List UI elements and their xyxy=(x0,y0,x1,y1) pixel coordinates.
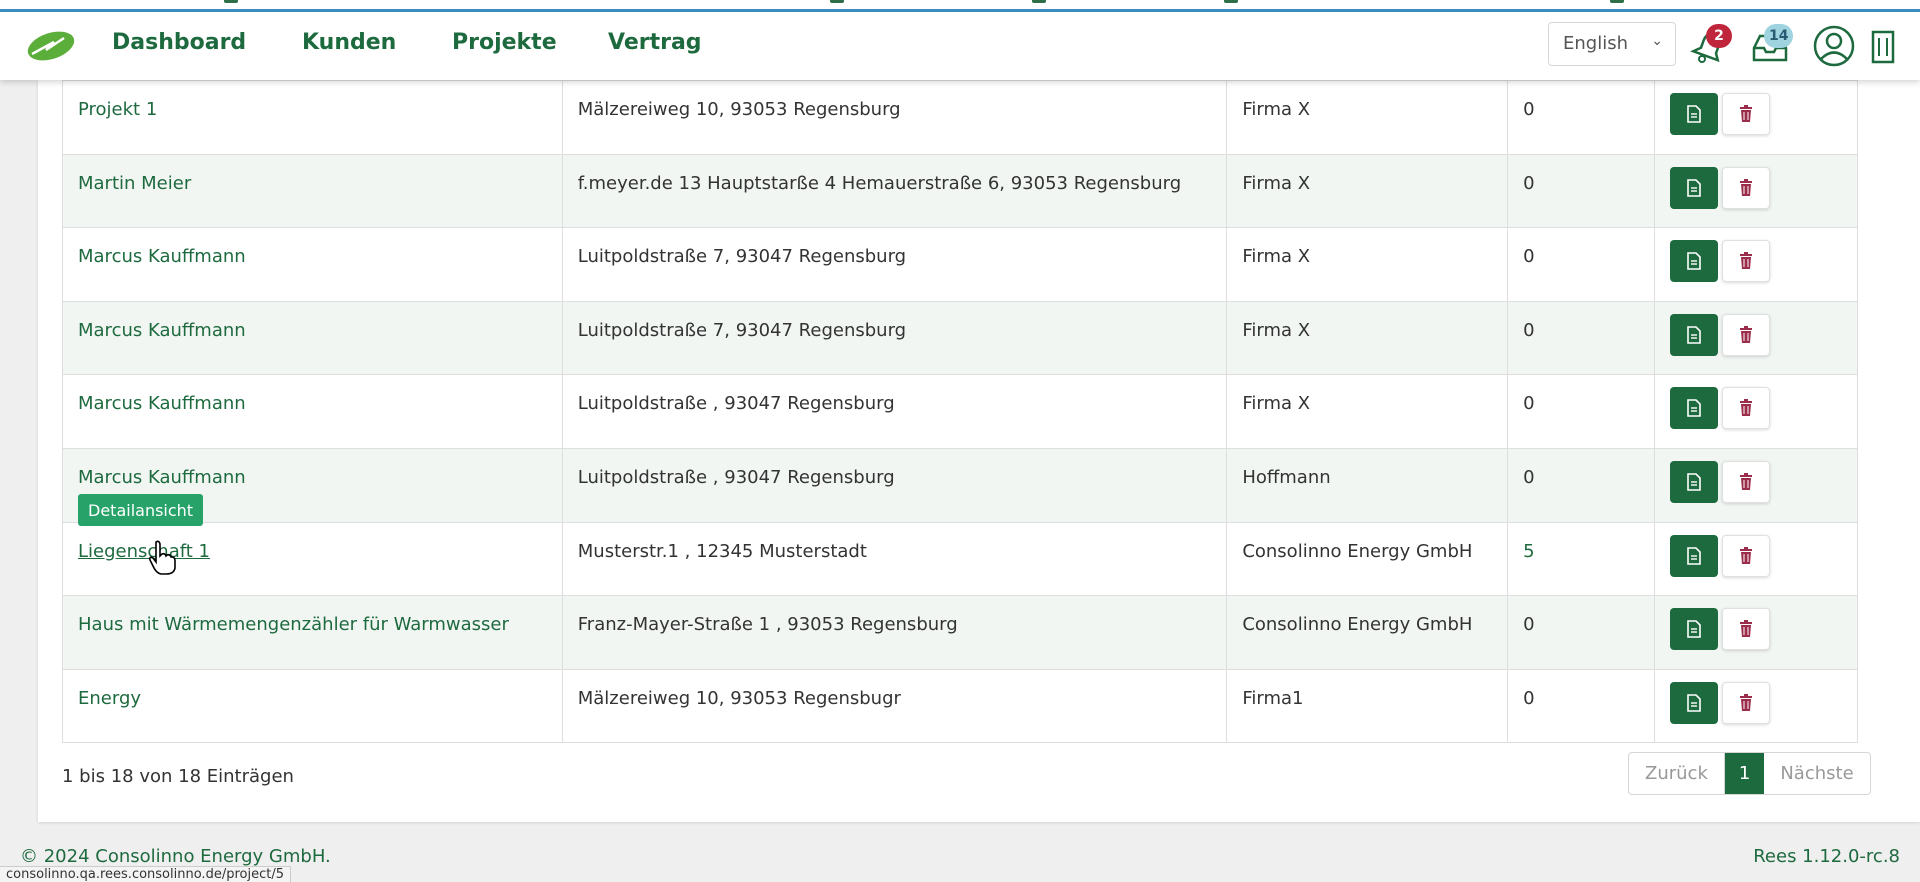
project-count: 0 xyxy=(1523,687,1535,709)
document-button[interactable] xyxy=(1670,460,1719,503)
logo-icon[interactable] xyxy=(24,28,78,62)
project-address: Luitpoldstraße , 93047 Regensburg xyxy=(577,393,895,415)
project-company: Firma X xyxy=(1242,172,1311,194)
project-company: Firma X xyxy=(1242,246,1311,268)
nav-kunden[interactable]: Kunden xyxy=(302,30,396,55)
browser-status-url: consolinno.qa.rees.consolinno.de/project… xyxy=(0,866,291,882)
prev-page-button[interactable]: Zurück xyxy=(1629,753,1725,794)
project-name-link[interactable]: Energy xyxy=(78,688,141,709)
project-address: f.meyer.de 13 Hauptstarße 4 Hemauerstraß… xyxy=(577,172,1182,194)
building-icon[interactable] xyxy=(1868,26,1898,66)
delete-button[interactable] xyxy=(1722,608,1771,651)
document-button[interactable] xyxy=(1670,166,1719,209)
delete-button[interactable] xyxy=(1722,93,1771,135)
delete-button[interactable] xyxy=(1722,240,1771,283)
table-row: Projekt 1 Mälzereiweg 10, 93053 Regensbur… xyxy=(62,80,1858,155)
project-address: Luitpoldstraße 7, 93047 Regensburg xyxy=(577,246,907,268)
entries-info: 1 bis 18 von 18 Einträgen xyxy=(62,766,294,787)
table-row: Marcus Kauffmann Luitpoldstraße , 93047 R… xyxy=(62,447,1858,523)
project-count: 0 xyxy=(1523,172,1535,194)
project-address: Mälzereiweg 10, 93053 Regensburg xyxy=(577,99,901,120)
project-company: Firma X xyxy=(1242,99,1311,120)
project-count: 0 xyxy=(1523,99,1535,120)
project-address: Luitpoldstraße 7, 93047 Regensburg xyxy=(577,319,907,341)
delete-button[interactable] xyxy=(1722,534,1771,577)
projects-table: Projekt 1 Mälzereiweg 10, 93053 Regensbur… xyxy=(62,80,1858,744)
document-button[interactable] xyxy=(1670,313,1719,356)
delete-button[interactable] xyxy=(1722,387,1771,430)
document-button[interactable] xyxy=(1670,387,1719,430)
project-count: 0 xyxy=(1523,466,1535,488)
table-row: Martin Meier f.meyer.de 13 Hauptstarße 4 … xyxy=(62,153,1858,229)
project-name-link[interactable]: Marcus Kauffmann xyxy=(78,320,246,341)
delete-button[interactable] xyxy=(1722,681,1771,724)
project-company: Firma1 xyxy=(1242,687,1304,709)
user-avatar-icon[interactable] xyxy=(1812,24,1856,68)
table-row: Marcus Kauffmann Luitpoldstraße 7, 93047 … xyxy=(62,227,1858,302)
project-name-link[interactable]: Projekt 1 xyxy=(78,99,157,120)
next-page-button[interactable]: Nächste xyxy=(1764,753,1869,794)
project-company: Consolinno Energy GmbH xyxy=(1242,540,1473,562)
document-button[interactable] xyxy=(1670,681,1719,724)
nav-projekte[interactable]: Projekte xyxy=(452,30,557,55)
project-company: Firma X xyxy=(1242,319,1311,341)
project-company: Consolinno Energy GmbH xyxy=(1242,614,1473,636)
project-address: Musterstr.1 , 12345 Musterstadt xyxy=(577,540,867,562)
nav-vertrag[interactable]: Vertrag xyxy=(608,30,702,55)
project-name-link[interactable]: Marcus Kauffmann xyxy=(78,246,246,267)
messages-badge: 14 xyxy=(1764,24,1794,48)
project-address: Luitpoldstraße , 93047 Regensburg xyxy=(577,466,895,488)
table-row: Liegenschaft 1 Musterstr.1 , 12345 Muster… xyxy=(62,521,1858,597)
table-row: Marcus Kauffmann Luitpoldstraße 7, 93047 … xyxy=(62,300,1858,376)
project-name-link[interactable]: Liegenschaft 1 xyxy=(78,541,210,562)
table-row: Haus mit Wärmemengenzähler für Warmwasse… xyxy=(62,595,1858,670)
browser-top-strip xyxy=(0,0,1920,12)
project-count: 0 xyxy=(1523,246,1535,268)
document-button[interactable] xyxy=(1670,608,1719,651)
page-1-button[interactable]: 1 xyxy=(1724,753,1765,794)
project-company: Firma X xyxy=(1242,393,1311,415)
tooltip-detailansicht: Detailansicht xyxy=(78,494,204,526)
project-name-link[interactable]: Haus mit Wärmemengenzähler für Warmwasse… xyxy=(78,614,509,635)
project-name-link[interactable]: Marcus Kauffmann xyxy=(78,393,246,414)
document-button[interactable] xyxy=(1670,240,1719,283)
project-count: 0 xyxy=(1523,393,1535,415)
chevron-down-icon: ⌄ xyxy=(1651,33,1663,49)
project-count: 0 xyxy=(1523,614,1535,636)
table-row: Marcus Kauffmann Luitpoldstraße , 93047 R… xyxy=(62,374,1858,449)
pagination: Zurück 1 Nächste xyxy=(1628,752,1871,795)
footer-copyright: © 2024 Consolinno Energy GmbH. xyxy=(20,846,331,867)
language-select[interactable]: English ⌄ xyxy=(1548,22,1676,66)
delete-button[interactable] xyxy=(1722,166,1771,209)
project-count: 0 xyxy=(1523,319,1535,341)
notifications-badge: 2 xyxy=(1706,24,1732,48)
delete-button[interactable] xyxy=(1722,313,1771,356)
document-button[interactable] xyxy=(1670,534,1719,577)
nav-dashboard[interactable]: Dashboard xyxy=(112,30,246,55)
language-select-value: English xyxy=(1563,33,1628,54)
project-address: Mälzereiweg 10, 93053 Regensbugr xyxy=(577,687,901,709)
hand-cursor-icon xyxy=(149,540,176,575)
project-address: Franz-Mayer-Straße 1 , 93053 Regensburg xyxy=(577,614,958,636)
table-row: Energy Mälzereiweg 10, 93053 Regensbugr Fi… xyxy=(62,668,1858,744)
delete-button[interactable] xyxy=(1722,460,1771,503)
project-name-link[interactable]: Marcus Kauffmann xyxy=(78,467,246,488)
project-count[interactable]: 5 xyxy=(1523,541,1534,562)
project-name-link[interactable]: Martin Meier xyxy=(78,173,191,194)
project-company: Hoffmann xyxy=(1242,466,1331,488)
footer-version: Rees 1.12.0-rc.8 xyxy=(1753,846,1900,867)
document-button[interactable] xyxy=(1670,93,1719,135)
top-navbar: Dashboard Kunden Projekte Vertrag Englis… xyxy=(0,12,1920,80)
